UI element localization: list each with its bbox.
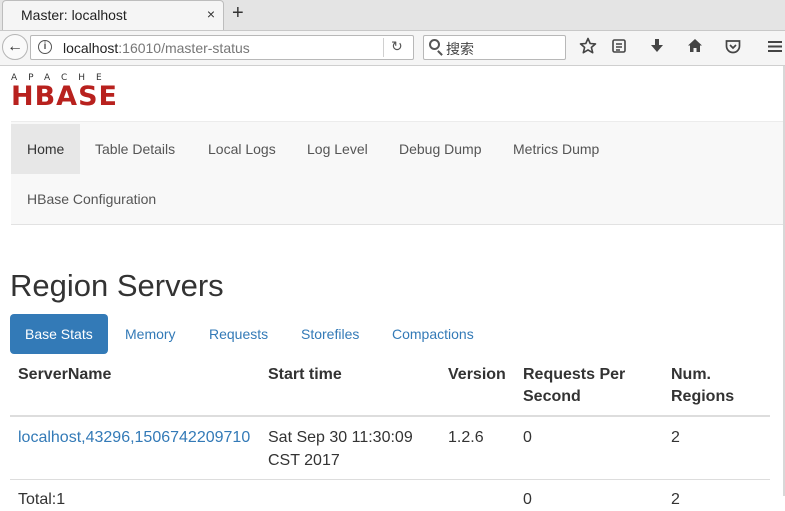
tab-memory[interactable]: Memory (110, 314, 191, 354)
browser-tab[interactable]: Master: localhost × (2, 0, 224, 30)
url-host: localhost (63, 40, 119, 56)
home-icon[interactable] (684, 37, 706, 60)
start-time-cell: Sat Sep 30 11:30:09 CST 2017 (268, 429, 413, 469)
column-header-version[interactable]: Version (448, 364, 506, 386)
back-button[interactable]: ← (2, 34, 28, 60)
header-divider (10, 415, 770, 417)
tab-base-stats[interactable]: Base Stats (10, 314, 108, 354)
site-info-icon[interactable]: i (38, 40, 52, 54)
tab-title: Master: localhost (21, 7, 127, 23)
nav-table-details[interactable]: Table Details (79, 124, 191, 174)
top-navigation: Home Table Details Local Logs Log Level … (11, 121, 785, 225)
search-input[interactable]: 搜索 (423, 35, 566, 60)
version-cell: 1.2.6 (448, 429, 484, 446)
tab-compactions[interactable]: Compactions (377, 314, 489, 354)
star-icon[interactable] (577, 37, 599, 60)
total-label: Total:1 (18, 491, 66, 508)
address-bar[interactable]: i localhost:16010/master-status ↻ (30, 35, 414, 60)
row-divider (10, 479, 770, 480)
server-name-link[interactable]: localhost,43296,1506742209710 (18, 426, 250, 449)
column-header-num-regions[interactable]: Num. Regions (671, 364, 751, 408)
reader-icon[interactable] (608, 37, 630, 60)
download-icon[interactable] (646, 37, 668, 60)
tab-requests[interactable]: Requests (194, 314, 283, 354)
url-path: :16010/master-status (118, 40, 250, 56)
nav-home[interactable]: Home (11, 124, 81, 174)
url-text: localhost:16010/master-status (63, 40, 250, 56)
hbase-logo[interactable]: APACHE HBASE (11, 73, 151, 113)
column-header-requests-per-second[interactable]: Requests Per Second (523, 364, 643, 408)
num-regions-cell: 2 (671, 429, 680, 446)
column-header-servername[interactable]: ServerName (18, 364, 111, 386)
url-divider (383, 38, 384, 57)
requests-per-second-cell: 0 (523, 429, 532, 446)
logo-hbase-text: HBASE (11, 81, 118, 112)
search-placeholder: 搜索 (446, 41, 474, 57)
search-icon (429, 39, 440, 50)
close-tab-icon[interactable]: × (207, 6, 215, 22)
total-num-regions: 2 (671, 491, 680, 508)
total-requests-per-second: 0 (523, 491, 532, 508)
pocket-icon[interactable] (722, 37, 744, 60)
reload-icon[interactable]: ↻ (391, 38, 403, 55)
region-server-tabs: Base Stats Memory Requests Storefiles Co… (10, 314, 770, 354)
menu-icon[interactable] (764, 37, 785, 60)
browser-tab-bar: Master: localhost × + (0, 0, 785, 31)
nav-metrics-dump[interactable]: Metrics Dump (497, 124, 615, 174)
column-header-start-time[interactable]: Start time (268, 364, 342, 386)
nav-debug-dump[interactable]: Debug Dump (383, 124, 498, 174)
tab-storefiles[interactable]: Storefiles (286, 314, 374, 354)
nav-hbase-configuration[interactable]: HBase Configuration (11, 174, 172, 224)
nav-local-logs[interactable]: Local Logs (192, 124, 292, 174)
browser-nav-bar: ← i localhost:16010/master-status ↻ 搜索 (0, 31, 785, 66)
new-tab-button[interactable]: + (232, 2, 244, 24)
section-title: Region Servers (10, 268, 224, 303)
nav-log-level[interactable]: Log Level (291, 124, 384, 174)
